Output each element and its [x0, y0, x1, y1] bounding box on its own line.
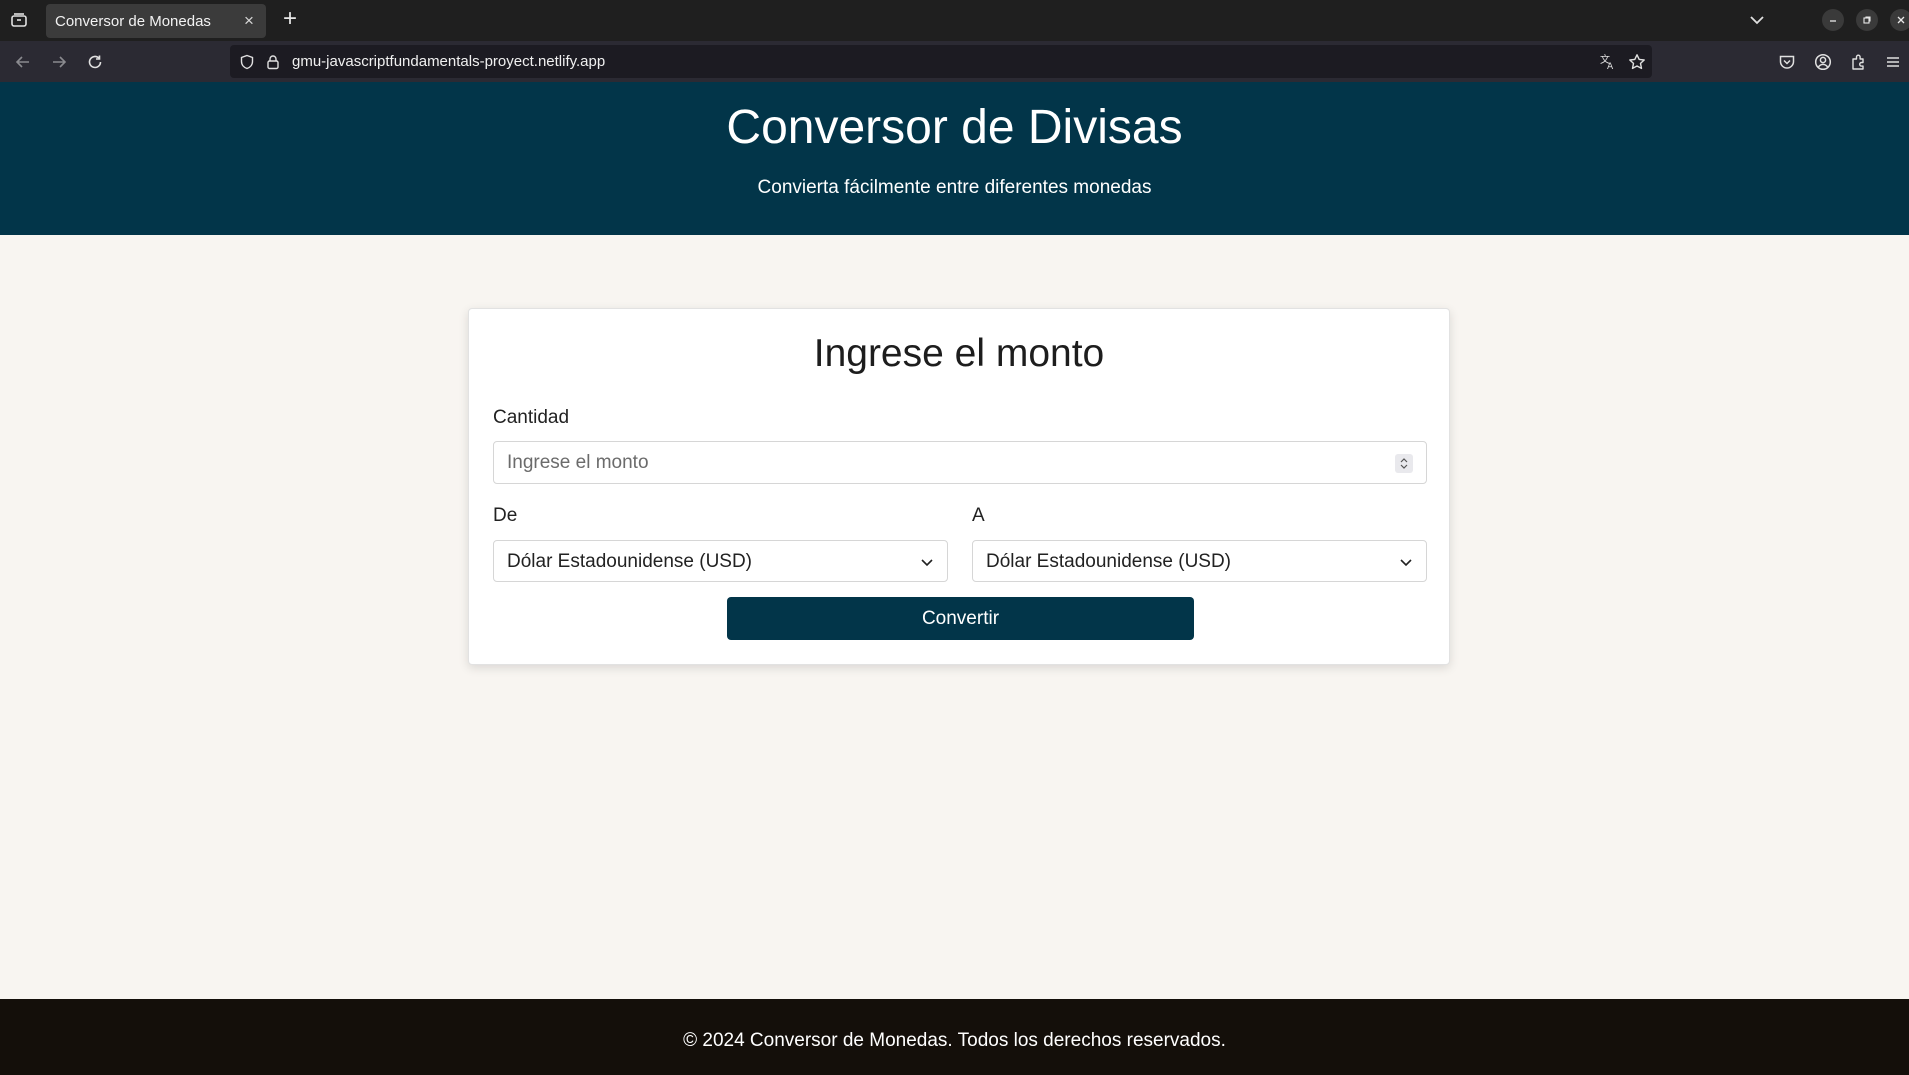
tab-list-icon[interactable] — [8, 8, 30, 32]
minimize-icon[interactable] — [1822, 9, 1844, 31]
extensions-icon[interactable] — [1848, 51, 1870, 73]
translate-icon[interactable]: 文A — [1597, 51, 1619, 73]
close-icon[interactable]: × — [240, 12, 258, 30]
amount-input[interactable] — [493, 441, 1427, 484]
restore-icon[interactable] — [1856, 9, 1878, 31]
svg-text:A: A — [1607, 62, 1614, 71]
chevron-down-icon — [1400, 559, 1412, 567]
menu-icon[interactable] — [1882, 51, 1904, 73]
chevron-down-icon — [921, 559, 933, 567]
reload-icon[interactable] — [84, 51, 106, 73]
from-currency-value: Dólar Estadounidense (USD) — [507, 551, 753, 572]
to-currency-value: Dólar Estadounidense (USD) — [986, 551, 1232, 572]
number-spinner-icon[interactable] — [1395, 454, 1413, 473]
close-window-icon[interactable] — [1890, 9, 1909, 31]
forward-icon[interactable] — [48, 51, 70, 73]
url-text: gmu-javascriptfundamentals-proyect.netli… — [292, 53, 606, 70]
browser-tab-bar: Conversor de Monedas × + — [0, 0, 1909, 41]
chevron-down-icon[interactable] — [1745, 10, 1769, 30]
footer-text: © 2024 Conversor de Monedas. Todos los d… — [683, 1030, 1226, 1051]
site-header: Conversor de Divisas Convierta fácilment… — [0, 82, 1909, 235]
browser-tab-active[interactable]: Conversor de Monedas × — [46, 4, 266, 38]
site-footer: © 2024 Conversor de Monedas. Todos los d… — [0, 999, 1909, 1075]
tab-title: Conversor de Monedas — [55, 12, 211, 30]
back-icon[interactable] — [12, 51, 34, 73]
account-icon[interactable] — [1812, 51, 1834, 73]
lock-icon[interactable] — [262, 51, 284, 73]
to-label: A — [972, 505, 985, 526]
amount-label: Cantidad — [493, 407, 570, 428]
star-icon[interactable] — [1626, 51, 1648, 73]
pocket-icon[interactable] — [1776, 51, 1798, 73]
url-bar[interactable]: gmu-javascriptfundamentals-proyect.netli… — [230, 45, 1652, 78]
site-subtitle: Convierta fácilmente entre diferentes mo… — [757, 177, 1152, 198]
plus-icon[interactable]: + — [278, 7, 302, 32]
browser-nav-bar: gmu-javascriptfundamentals-proyect.netli… — [0, 41, 1909, 82]
converter-card: Ingrese el monto Cantidad De Dólar Estad… — [468, 308, 1450, 665]
shield-icon[interactable] — [236, 51, 258, 73]
convert-button[interactable]: Convertir — [727, 597, 1194, 640]
from-label: De — [493, 505, 518, 526]
card-title: Ingrese el monto — [813, 332, 1105, 375]
site-title: Conversor de Divisas — [726, 101, 1183, 154]
to-currency-select[interactable]: Dólar Estadounidense (USD) — [972, 540, 1427, 582]
from-currency-select[interactable]: Dólar Estadounidense (USD) — [493, 540, 948, 582]
